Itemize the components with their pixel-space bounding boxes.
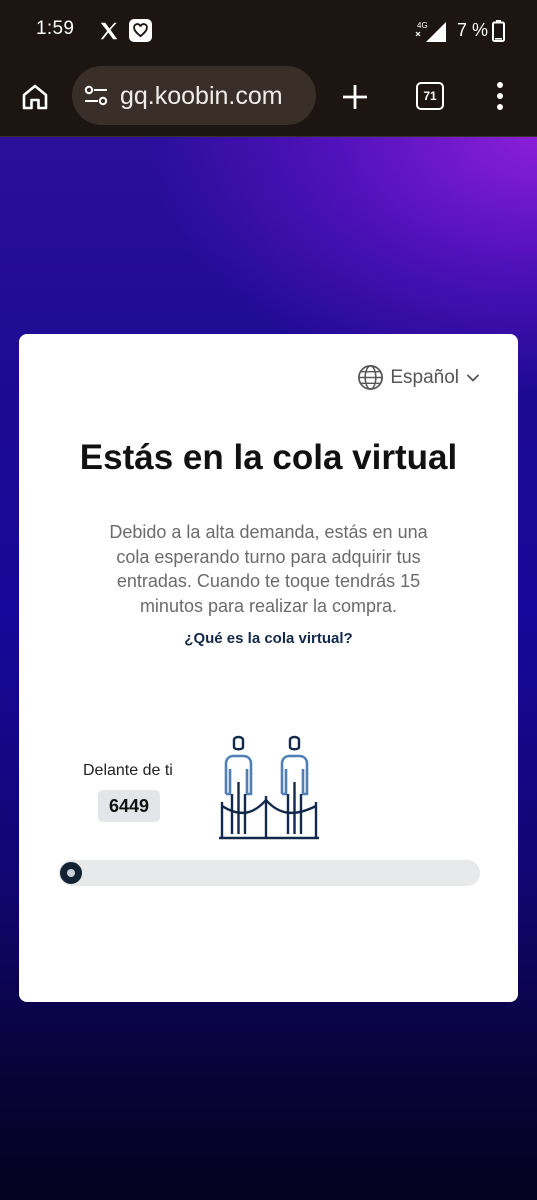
svg-text:4G: 4G — [417, 21, 428, 30]
plus-icon[interactable] — [340, 82, 370, 112]
queue-people-icon — [219, 735, 319, 840]
globe-icon — [358, 365, 384, 390]
browser-toolbar: gq.koobin.com 71 — [0, 62, 537, 137]
home-icon[interactable] — [20, 82, 50, 112]
battery-percent: 7 % — [457, 20, 489, 40]
web-page: Español Estás en la cola virtual Debido … — [0, 137, 537, 1200]
x-app-icon — [100, 22, 118, 40]
status-time: 1:59 — [36, 18, 75, 39]
queue-progress-indicator — [60, 862, 82, 884]
phone-screen: 1:59 4G 7 % gq.koobin.com 71 Español Est… — [0, 0, 537, 1200]
tab-switcher-icon[interactable]: 71 — [416, 82, 444, 110]
queue-card: Español Estás en la cola virtual Debido … — [19, 334, 518, 1002]
more-icon[interactable] — [490, 80, 510, 112]
language-label: Español — [390, 366, 459, 388]
ahead-label: Delante de ti — [83, 762, 173, 779]
battery-icon — [492, 20, 505, 42]
page-title: Estás en la cola virtual — [79, 438, 458, 477]
url-text: gq.koobin.com — [120, 82, 283, 110]
language-selector[interactable]: Español — [357, 364, 480, 391]
notification-app-icon — [129, 19, 152, 42]
what-is-queue-link[interactable]: ¿Qué es la cola virtual? — [19, 630, 518, 647]
signal-icon: 4G — [415, 21, 446, 42]
site-settings-icon[interactable] — [84, 85, 108, 107]
chevron-down-icon — [466, 373, 480, 382]
status-bar: 1:59 4G 7 % — [0, 0, 537, 62]
queue-description: Debido a la alta demanda, estás en una c… — [109, 522, 428, 616]
queue-progress-bar — [59, 860, 480, 886]
address-bar[interactable]: gq.koobin.com — [72, 66, 316, 125]
ahead-count-badge: 6449 — [98, 790, 160, 822]
